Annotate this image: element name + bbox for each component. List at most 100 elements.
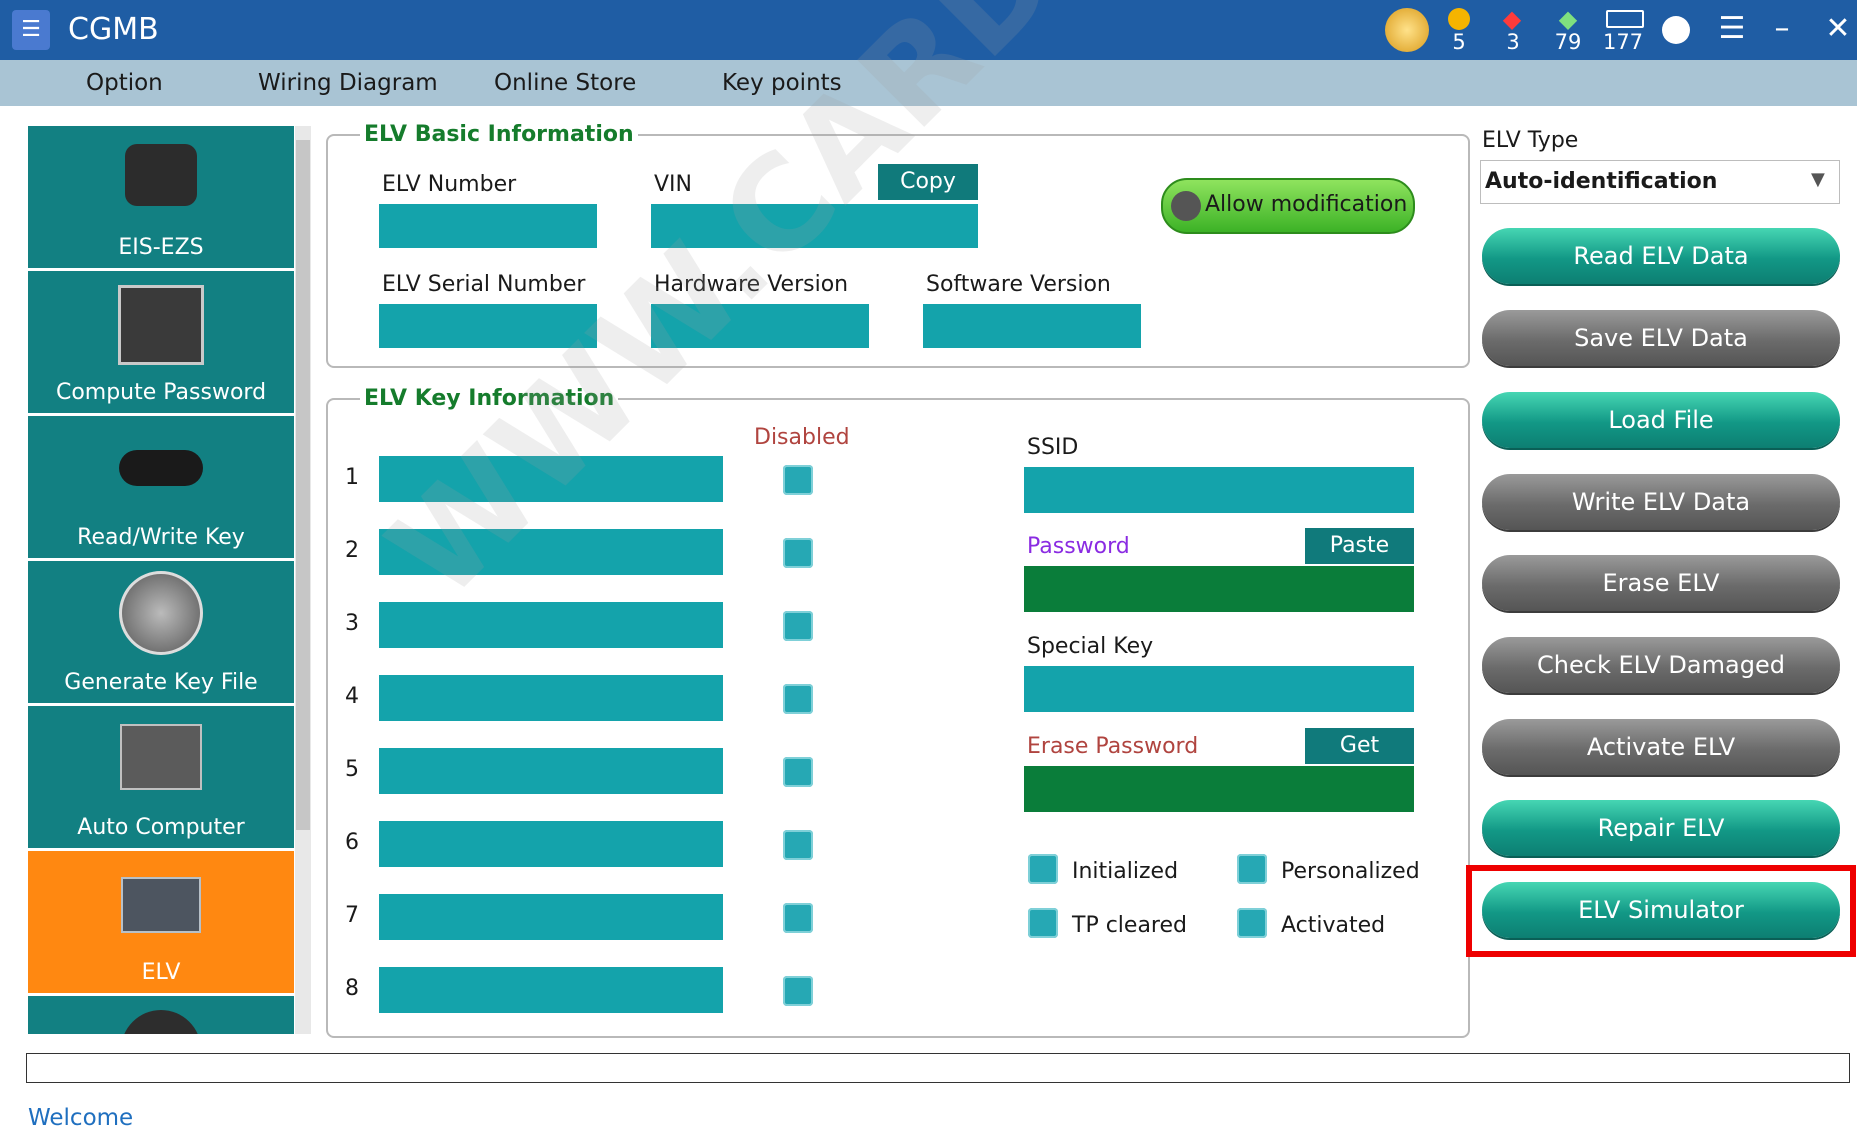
sidebar-item-auto-computer[interactable]: Auto Computer [28,706,294,848]
disabled-checkbox[interactable] [783,976,813,1006]
medal-icon[interactable] [1385,8,1429,52]
key-field[interactable] [379,821,723,867]
software-label: Software Version [926,272,1111,297]
sidebar-item-label: Auto Computer [77,815,245,840]
sidebar-item-label: Read/Write Key [77,525,245,550]
menu-wiring-diagram[interactable]: Wiring Diagram [258,66,438,100]
ignition-switch-icon [125,144,197,206]
get-button[interactable]: Get [1305,728,1414,764]
toggle-knob-icon [1171,191,1201,221]
erase-password-field[interactable] [1024,766,1414,812]
password-field[interactable] [1024,566,1414,612]
chevron-down-icon: ▼ [1811,169,1825,190]
serial-label: ELV Serial Number [382,272,586,297]
disabled-checkbox[interactable] [783,830,813,860]
write-elv-data-button[interactable]: Write ELV Data [1482,474,1840,530]
elv-type-select[interactable]: Auto-identification ▼ [1480,160,1840,204]
key-row-number: 8 [345,976,359,1001]
key-field[interactable] [379,602,723,648]
sidebar-item-elv[interactable]: ELV [28,851,294,993]
erase-password-label: Erase Password [1027,734,1199,759]
key-field[interactable] [379,748,723,794]
sidebar-item-more[interactable] [28,996,294,1034]
key-field[interactable] [379,967,723,1013]
activated-label: Activated [1281,913,1386,938]
disabled-checkbox[interactable] [783,465,813,495]
key-row-number: 7 [345,903,359,928]
app-title: CGMB [68,12,159,47]
elv-module-icon [121,877,201,933]
red-gem-count: 3 [1506,30,1520,54]
menu-online-store[interactable]: Online Store [494,66,636,100]
green-gem-icon: ◆ [1558,5,1578,33]
paste-button[interactable]: Paste [1305,528,1414,564]
software-field[interactable] [923,304,1141,348]
disabled-checkbox[interactable] [783,903,813,933]
progress-bar [26,1053,1850,1083]
printer-icon [119,571,203,655]
key-row-number: 6 [345,830,359,855]
sidebar-item-compute-password[interactable]: Compute Password [28,271,294,413]
key-row-number: 5 [345,757,359,782]
personalized-indicator [1237,854,1267,884]
highlight-box [1466,865,1856,957]
sidebar-item-eis-ezs[interactable]: EIS-EZS [28,126,294,268]
disabled-checkbox[interactable] [783,538,813,568]
sidebar-scroll-thumb[interactable] [296,140,310,830]
sidebar-item-read-write-key[interactable]: Read/Write Key [28,416,294,558]
allow-modification-toggle[interactable]: Allow modification [1161,178,1415,234]
special-key-label: Special Key [1027,634,1154,659]
special-key-field[interactable] [1024,666,1414,712]
erase-elv-button[interactable]: Erase ELV [1482,555,1840,611]
sidebar: EIS-EZS Compute Password Read/Write Key … [28,126,294,1034]
read-elv-data-button[interactable]: Read ELV Data [1482,228,1840,284]
key-row-number: 2 [345,538,359,563]
chip-board-icon [118,285,204,365]
elv-type-label: ELV Type [1482,128,1579,153]
gauge-icon [121,1010,201,1034]
ssid-field[interactable] [1024,467,1414,513]
disabled-label: Disabled [754,425,850,450]
chip-count: 177 [1602,30,1644,54]
activated-indicator [1237,908,1267,938]
menu-option[interactable]: Option [86,66,163,100]
elv-type-value: Auto-identification [1485,169,1718,194]
ecu-icon [120,724,202,790]
red-gem-icon: ◆ [1502,5,1522,33]
password-label: Password [1027,534,1130,559]
elv-number-label: ELV Number [382,172,517,197]
check-elv-damaged-button[interactable]: Check ELV Damaged [1482,637,1840,693]
basic-info-title: ELV Basic Information [360,121,638,149]
key-field[interactable] [379,675,723,721]
sidebar-item-label: ELV [141,960,181,985]
repair-elv-button[interactable]: Repair ELV [1482,800,1840,856]
allow-modification-label: Allow modification [1205,192,1408,217]
activate-elv-button[interactable]: Activate ELV [1482,719,1840,775]
key-row-number: 3 [345,611,359,636]
sidebar-item-label: Generate Key File [64,670,258,695]
personalized-label: Personalized [1281,859,1420,884]
disabled-checkbox[interactable] [783,611,813,641]
ssid-label: SSID [1027,435,1079,460]
key-row-number: 1 [345,465,359,490]
key-field[interactable] [379,894,723,940]
initialized-label: Initialized [1072,859,1179,884]
tp-cleared-indicator [1028,908,1058,938]
chip-icon [1606,10,1644,28]
initialized-indicator [1028,854,1058,884]
app-logo-icon: ☰ [12,10,50,50]
close-icon[interactable]: ✕ [1818,10,1857,48]
sidebar-item-generate-key-file[interactable]: Generate Key File [28,561,294,703]
save-elv-data-button[interactable]: Save ELV Data [1482,310,1840,366]
sidebar-item-label: Compute Password [55,380,267,405]
menu-icon[interactable]: ☰ [1712,10,1752,48]
gold-coin-icon [1448,8,1470,30]
disabled-checkbox[interactable] [783,757,813,787]
green-gem-count: 79 [1554,30,1582,54]
sidebar-item-label: EIS-EZS [118,235,204,260]
minimize-icon[interactable]: – [1762,10,1802,48]
elv-number-field[interactable] [379,204,597,248]
user-icon[interactable] [1662,16,1690,44]
disabled-checkbox[interactable] [783,684,813,714]
load-file-button[interactable]: Load File [1482,392,1840,448]
